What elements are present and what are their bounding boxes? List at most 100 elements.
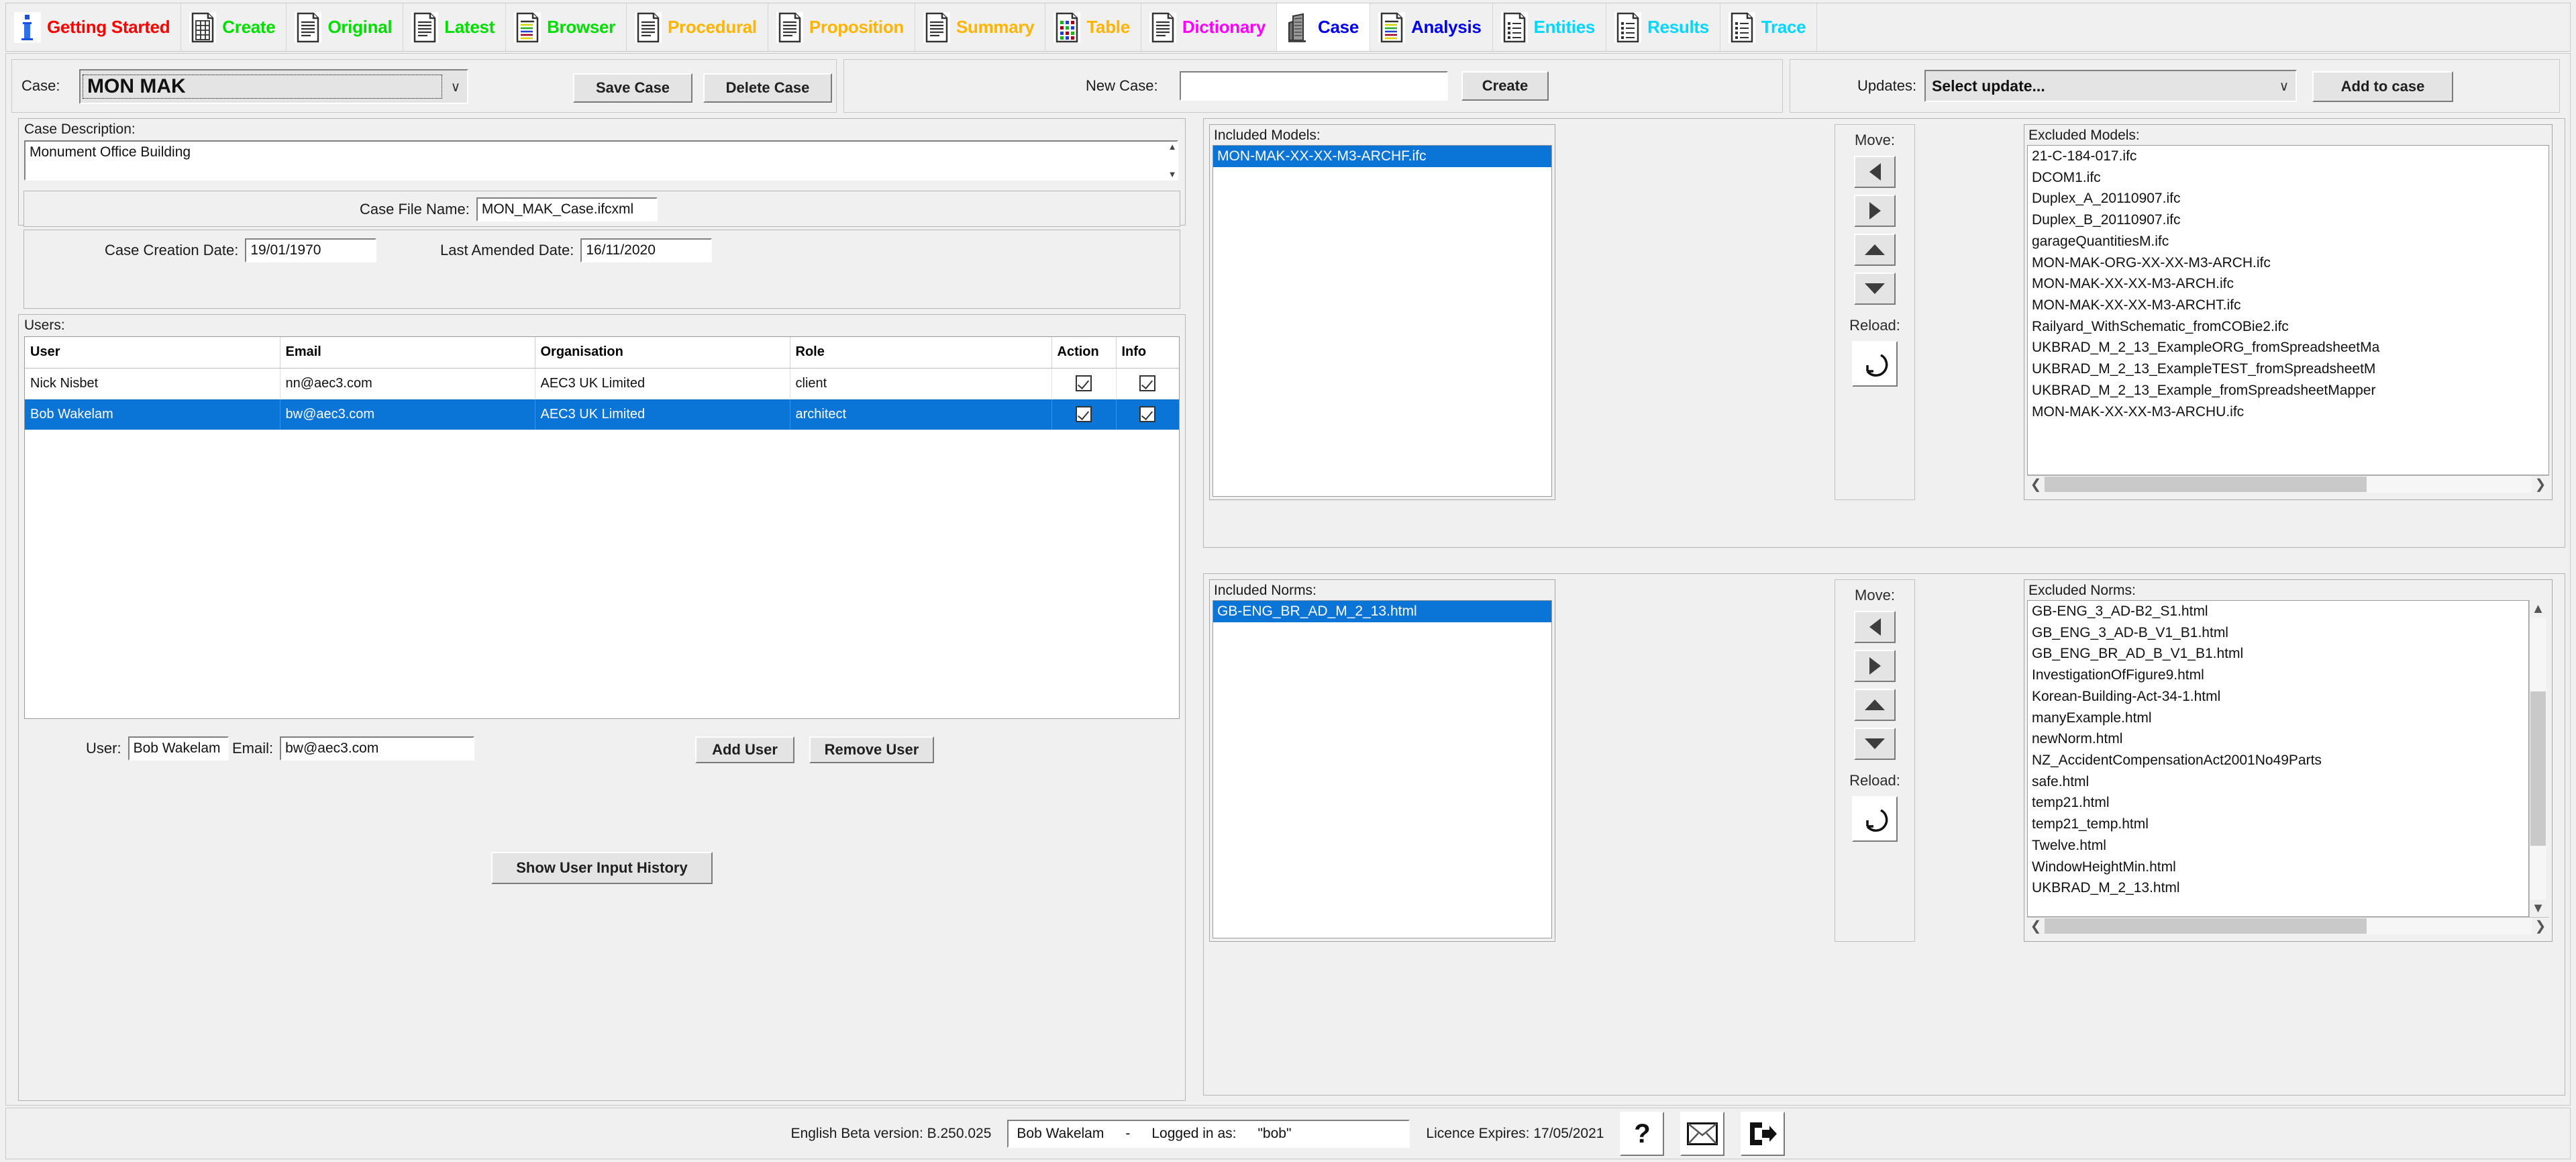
list-item[interactable]: NZ_AccidentCompensationAct2001No49Parts	[2028, 750, 2528, 771]
excluded-models-hscrollbar[interactable]: ❮ ❯	[2027, 475, 2549, 493]
list-item[interactable]: WindowHeightMin.html	[2028, 857, 2528, 878]
list-item[interactable]: UKBRAD_M_2_13.html	[2028, 877, 2528, 899]
list-item[interactable]: InvestigationOfFigure9.html	[2028, 665, 2528, 686]
updates-combobox[interactable]: Select update... ∨	[1924, 70, 2297, 102]
save-case-button[interactable]: Save Case	[573, 73, 692, 103]
user-name-input[interactable]: Bob Wakelam	[127, 736, 229, 761]
scroll-up-icon[interactable]: ▲	[2530, 600, 2546, 618]
list-item[interactable]: MON-MAK-ORG-XX-XX-M3-ARCH.ifc	[2028, 252, 2548, 274]
list-item[interactable]: GB_ENG_BR_AD_B_V1_B1.html	[2028, 643, 2528, 665]
help-button[interactable]: ?	[1620, 1111, 1665, 1156]
move-up-button[interactable]	[1854, 689, 1896, 721]
list-item[interactable]: 21-C-184-017.ifc	[2028, 146, 2548, 167]
list-item[interactable]: UKBRAD_M_2_13_ExampleORG_fromSpreadsheet…	[2028, 337, 2548, 358]
toolbar-item-summary[interactable]: Summary	[915, 3, 1046, 51]
move-down-button[interactable]	[1854, 273, 1896, 305]
excluded-models-list[interactable]: 21-C-184-017.ifc DCOM1.ifc Duplex_A_2011…	[2027, 145, 2549, 475]
toolbar-item-browser[interactable]: Browser	[506, 3, 627, 51]
scroll-down-icon[interactable]: ▼	[1168, 169, 1177, 179]
toolbar-item-getting-started[interactable]: Getting Started	[6, 3, 182, 51]
excluded-norms-hscrollbar[interactable]: ❮ ❯	[2027, 917, 2549, 934]
list-item[interactable]: garageQuantitiesM.ifc	[2028, 231, 2548, 252]
excluded-norms-vscrollbar[interactable]: ▲ ▼	[2529, 600, 2546, 917]
mail-button[interactable]	[1680, 1111, 1725, 1156]
action-checkbox[interactable]	[1076, 406, 1092, 422]
scroll-left-icon[interactable]: ❮	[2027, 476, 2045, 493]
list-item[interactable]: GB-ENG_BR_AD_M_2_13.html	[1213, 601, 1551, 622]
scroll-up-icon[interactable]: ▲	[1168, 142, 1177, 152]
hscroll-track[interactable]	[2045, 476, 2532, 493]
new-case-input[interactable]	[1180, 71, 1448, 101]
move-left-button[interactable]	[1854, 611, 1896, 643]
user-email-input[interactable]: bw@aec3.com	[280, 736, 475, 761]
toolbar-item-latest[interactable]: Latest	[403, 3, 507, 51]
list-item[interactable]: manyExample.html	[2028, 708, 2528, 729]
list-item[interactable]: MON-MAK-XX-XX-M3-ARCHT.ifc	[2028, 295, 2548, 316]
toolbar-item-analysis[interactable]: Analysis	[1370, 3, 1493, 51]
info-checkbox[interactable]	[1139, 406, 1156, 422]
vscroll-track[interactable]	[2530, 618, 2546, 900]
toolbar-item-dictionary[interactable]: Dictionary	[1141, 3, 1278, 51]
toolbar-item-proposition[interactable]: Proposition	[768, 3, 915, 51]
included-norms-list[interactable]: GB-ENG_BR_AD_M_2_13.html	[1213, 600, 1552, 938]
toolbar-item-trace[interactable]: Trace	[1720, 3, 1818, 51]
vscroll-thumb[interactable]	[2530, 691, 2546, 846]
reload-models-button[interactable]	[1852, 341, 1898, 387]
move-right-button[interactable]	[1854, 650, 1896, 682]
list-item[interactable]: Duplex_B_20110907.ifc	[2028, 209, 2548, 231]
info-checkbox[interactable]	[1139, 375, 1156, 391]
cell-action[interactable]	[1051, 399, 1117, 430]
create-case-button[interactable]: Create	[1461, 71, 1549, 101]
list-item[interactable]: DCOM1.ifc	[2028, 167, 2548, 189]
list-item[interactable]: Korean-Building-Act-34-1.html	[2028, 686, 2528, 708]
list-item[interactable]: MON-MAK-XX-XX-M3-ARCHF.ifc	[1213, 146, 1551, 167]
cell-info[interactable]	[1116, 368, 1179, 399]
list-item[interactable]: UKBRAD_M_2_13_ExampleTEST_fromSpreadshee…	[2028, 358, 2548, 380]
description-scroll-arrows[interactable]: ▲ ▼	[1166, 142, 1178, 179]
list-item[interactable]: Twelve.html	[2028, 835, 2528, 857]
case-filename-input[interactable]: MON_MAK_Case.ifcxml	[476, 197, 658, 222]
list-item[interactable]: GB_ENG_3_AD-B_V1_B1.html	[2028, 622, 2528, 644]
action-checkbox[interactable]	[1076, 375, 1092, 391]
case-creation-date-input[interactable]: 19/01/1970	[245, 238, 377, 262]
remove-user-button[interactable]: Remove User	[809, 736, 934, 763]
scroll-right-icon[interactable]: ❯	[2532, 918, 2549, 934]
hscroll-thumb[interactable]	[2045, 918, 2367, 934]
reload-norms-button[interactable]	[1852, 796, 1898, 842]
delete-case-button[interactable]: Delete Case	[703, 73, 832, 103]
list-item[interactable]: temp21.html	[2028, 792, 2528, 814]
toolbar-item-entities[interactable]: Entities	[1493, 3, 1607, 51]
cell-info[interactable]	[1116, 399, 1179, 430]
show-user-input-history-button[interactable]: Show User Input History	[491, 852, 713, 884]
users-table[interactable]: User Email Organisation Role Action Info…	[24, 336, 1180, 719]
logged-in-user-field[interactable]: Bob Wakelam - Logged in as: "bob"	[1007, 1119, 1410, 1148]
move-right-button[interactable]	[1854, 195, 1896, 227]
hscroll-thumb[interactable]	[2045, 477, 2367, 492]
move-left-button[interactable]	[1854, 156, 1896, 188]
toolbar-item-table[interactable]: Table	[1045, 3, 1141, 51]
toolbar-item-procedural[interactable]: Procedural	[627, 3, 768, 51]
last-amended-date-input[interactable]: 16/11/2020	[580, 238, 713, 262]
list-item[interactable]: MON-MAK-XX-XX-M3-ARCHU.ifc	[2028, 401, 2548, 423]
table-row[interactable]: Nick Nisbet nn@aec3.com AEC3 UK Limited …	[25, 368, 1179, 399]
toolbar-item-original[interactable]: Original	[287, 3, 404, 51]
add-to-case-button[interactable]: Add to case	[2312, 71, 2453, 102]
list-item[interactable]: Railyard_WithSchematic_fromCOBie2.ifc	[2028, 316, 2548, 338]
list-item[interactable]: MON-MAK-XX-XX-M3-ARCH.ifc	[2028, 273, 2548, 295]
logout-button[interactable]	[1741, 1111, 1786, 1156]
add-user-button[interactable]: Add User	[695, 736, 794, 763]
included-models-list[interactable]: MON-MAK-XX-XX-M3-ARCHF.ifc	[1213, 145, 1552, 497]
case-description-textarea[interactable]: Monument Office Building	[24, 140, 1178, 181]
toolbar-item-create[interactable]: Create	[181, 3, 287, 51]
move-up-button[interactable]	[1854, 234, 1896, 266]
table-row[interactable]: Bob Wakelam bw@aec3.com AEC3 UK Limited …	[25, 399, 1179, 430]
scroll-down-icon[interactable]: ▼	[2530, 900, 2546, 917]
list-item[interactable]: Duplex_A_20110907.ifc	[2028, 188, 2548, 209]
move-down-button[interactable]	[1854, 728, 1896, 760]
list-item[interactable]: safe.html	[2028, 771, 2528, 793]
list-item[interactable]: UKBRAD_M_2_13_Example_fromSpreadsheetMap…	[2028, 380, 2548, 401]
list-item[interactable]: newNorm.html	[2028, 728, 2528, 750]
hscroll-track[interactable]	[2045, 918, 2532, 934]
list-item[interactable]: GB-ENG_3_AD-B2_S1.html	[2028, 601, 2528, 622]
case-combobox[interactable]: MON MAK ∨	[79, 69, 468, 104]
